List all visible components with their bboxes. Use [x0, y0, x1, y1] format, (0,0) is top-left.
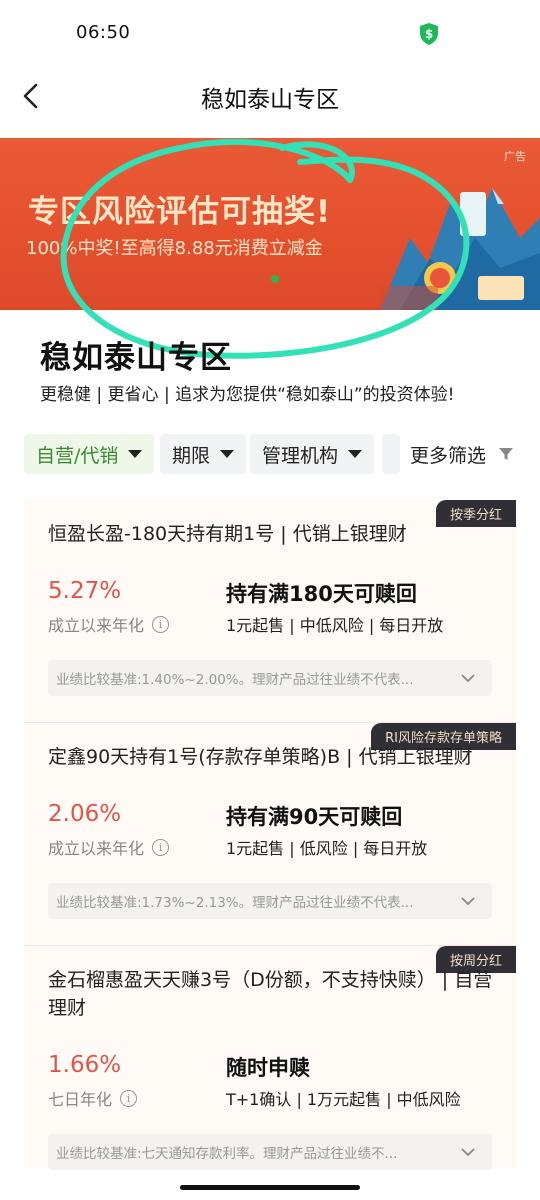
- benchmark-text: 业绩比较基准:1.40%~2.00%。理财产品过往业绩不代表...: [56, 672, 414, 688]
- benchmark-row[interactable]: 业绩比较基准:1.40%~2.00%。理财产品过往业绩不代表...: [48, 660, 492, 696]
- more-filters-button[interactable]: 更多筛选: [410, 434, 514, 474]
- caret-down-icon: [220, 450, 235, 458]
- product-meta: 1元起售 | 中低风险 | 每日开放: [226, 616, 444, 635]
- filter-bar: 自营/代销 期限 管理机构 更多筛选: [24, 434, 540, 474]
- zone-title: 稳如泰山专区: [40, 340, 232, 376]
- nav-bar: 稳如泰山专区: [0, 66, 540, 126]
- product-card[interactable]: 按周分红 金石榴惠盈天天赚3号（D份额，不支持快赎） | 自营理财 1.66% …: [24, 946, 516, 1170]
- info-icon[interactable]: i: [120, 1089, 138, 1107]
- more-filters-label: 更多筛选: [410, 444, 487, 467]
- product-rate: 2.06%: [48, 801, 122, 827]
- product-headline: 持有满90天可赎回: [226, 805, 403, 829]
- banner-page-indicator: [271, 275, 279, 283]
- filter-term-label: 期限: [172, 444, 211, 467]
- filter-channel-label: 自营/代销: [36, 444, 119, 467]
- home-indicator[interactable]: [180, 1185, 360, 1190]
- benchmark-row[interactable]: 业绩比较基准:七天通知存款利率。理财产品过往业绩不...: [48, 1134, 492, 1170]
- ad-label: 广告: [504, 150, 526, 163]
- product-name: 定鑫90天持有1号(存款存单策略)B | 代销上银理财: [48, 746, 473, 768]
- product-meta: 1元起售 | 低风险 | 每日开放: [226, 839, 428, 858]
- page-title: 稳如泰山专区: [201, 87, 339, 113]
- product-card[interactable]: RI风险存款存单策略 定鑫90天持有1号(存款存单策略)B | 代销上银理财 2…: [24, 723, 516, 945]
- mountain-illustration: [380, 188, 540, 310]
- product-rate-label-text: 七日年化: [48, 1090, 113, 1109]
- product-rate-label: 七日年化 i: [48, 1086, 138, 1110]
- filter-term[interactable]: 期限: [160, 434, 247, 474]
- status-time: 06:50: [76, 22, 131, 43]
- funnel-icon: [499, 448, 514, 460]
- filter-manager[interactable]: 管理机构: [250, 434, 375, 474]
- product-rate-label-text: 成立以来年化: [48, 839, 145, 858]
- filter-overflow-chip[interactable]: [382, 434, 400, 474]
- caret-down-icon: [128, 450, 143, 458]
- product-card[interactable]: 按季分红 恒盈长盈-180天持有期1号 | 代销上银理财 5.27% 成立以来年…: [24, 500, 516, 722]
- zone-description: 更稳健 | 更省心 | 追求为您提供“稳如泰山”的投资体验!: [40, 385, 455, 405]
- chevron-down-icon: [461, 897, 475, 906]
- banner-subtitle: 100%中奖!至高得8.88元消费立减金: [26, 238, 323, 259]
- product-headline: 持有满180天可赎回: [226, 582, 417, 606]
- status-bar: 06:50 $: [0, 0, 540, 66]
- benchmark-row[interactable]: 业绩比较基准:1.73%~2.13%。理财产品过往业绩不代表...: [48, 883, 492, 919]
- product-rate: 5.27%: [48, 578, 122, 604]
- product-name: 恒盈长盈-180天持有期1号 | 代销上银理财: [48, 523, 407, 545]
- product-rate: 1.66%: [48, 1052, 122, 1078]
- product-meta: T+1确认 | 1万元起售 | 中低风险: [226, 1090, 461, 1109]
- benchmark-text: 业绩比较基准:1.73%~2.13%。理财产品过往业绩不代表...: [56, 895, 414, 911]
- benchmark-text: 业绩比较基准:七天通知存款利率。理财产品过往业绩不...: [56, 1146, 398, 1162]
- banner-title: 专区风险评估可抽奖!: [28, 194, 332, 230]
- filter-channel[interactable]: 自营/代销: [24, 434, 155, 474]
- caret-down-icon: [348, 450, 363, 458]
- chevron-down-icon: [461, 674, 475, 683]
- filter-manager-label: 管理机构: [262, 444, 339, 467]
- product-headline: 随时申赎: [226, 1056, 310, 1080]
- chevron-down-icon: [461, 1148, 475, 1157]
- product-rate-label: 成立以来年化 i: [48, 835, 170, 859]
- svg-text:$: $: [425, 27, 433, 41]
- promo-banner[interactable]: 广告 专区风险评估可抽奖! 100%中奖!至高得8.88元消费立减金: [0, 138, 540, 310]
- product-rate-label-text: 成立以来年化: [48, 616, 145, 635]
- security-shield-icon: $: [420, 23, 438, 45]
- product-rate-label: 成立以来年化 i: [48, 612, 170, 636]
- product-name: 金石榴惠盈天天赚3号（D份额，不支持快赎） | 自营理财: [48, 969, 493, 1019]
- info-icon[interactable]: i: [152, 615, 170, 633]
- info-icon[interactable]: i: [152, 838, 170, 856]
